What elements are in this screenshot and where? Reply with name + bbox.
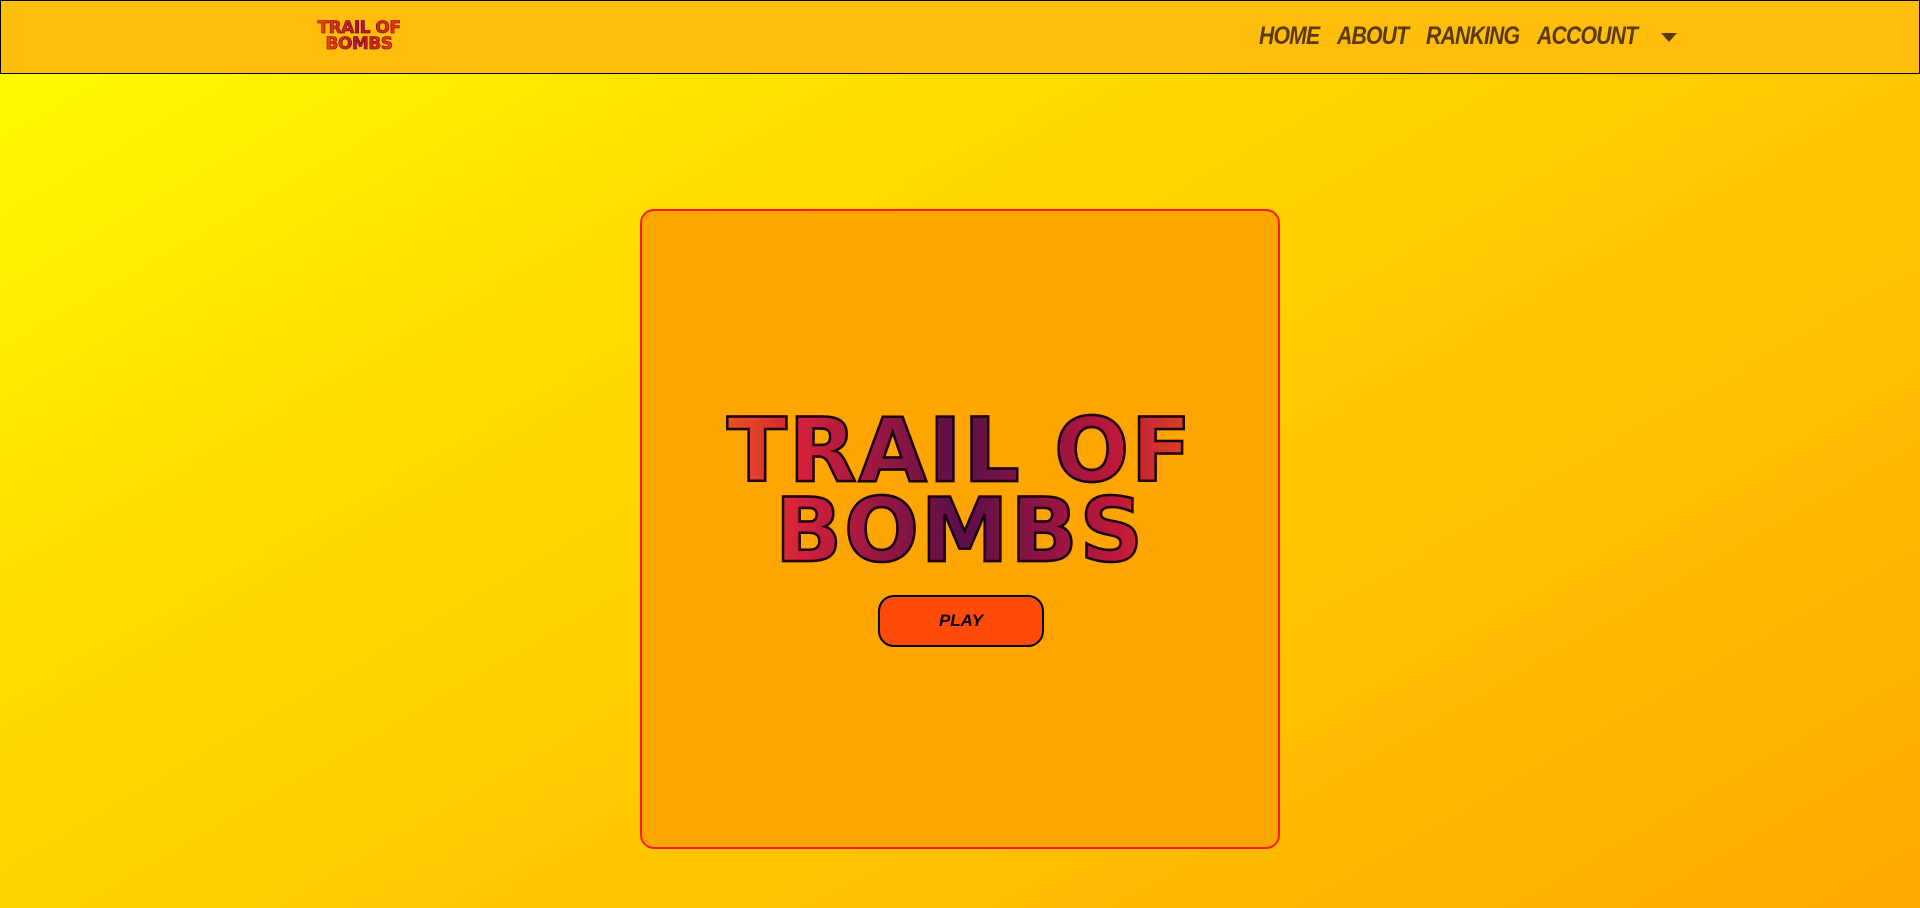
game-title-line-2: BOMBS [642,485,1278,576]
main-menu-card: TRAIL OF BOMBS PLAY [640,209,1280,849]
play-button[interactable]: PLAY [878,595,1044,647]
brand-logo[interactable]: TRAIL OF BOMBS [313,17,405,55]
nav-about-link[interactable]: ABOUT [1337,19,1409,53]
account-dropdown[interactable]: ACCOUNT [1537,19,1677,53]
top-navbar: TRAIL OF BOMBS HOME ABOUT RANKING ACCOUN… [0,0,1920,74]
nav-home-link[interactable]: HOME [1259,19,1320,53]
nav-account-link[interactable]: ACCOUNT [1537,19,1638,53]
game-title: TRAIL OF BOMBS [642,405,1278,576]
caret-down-icon[interactable] [1660,32,1677,42]
nav-links: HOME ABOUT RANKING ACCOUNT [1259,19,1677,53]
brand-line-2: BOMBS [325,34,393,54]
nav-ranking-link[interactable]: RANKING [1426,19,1520,53]
